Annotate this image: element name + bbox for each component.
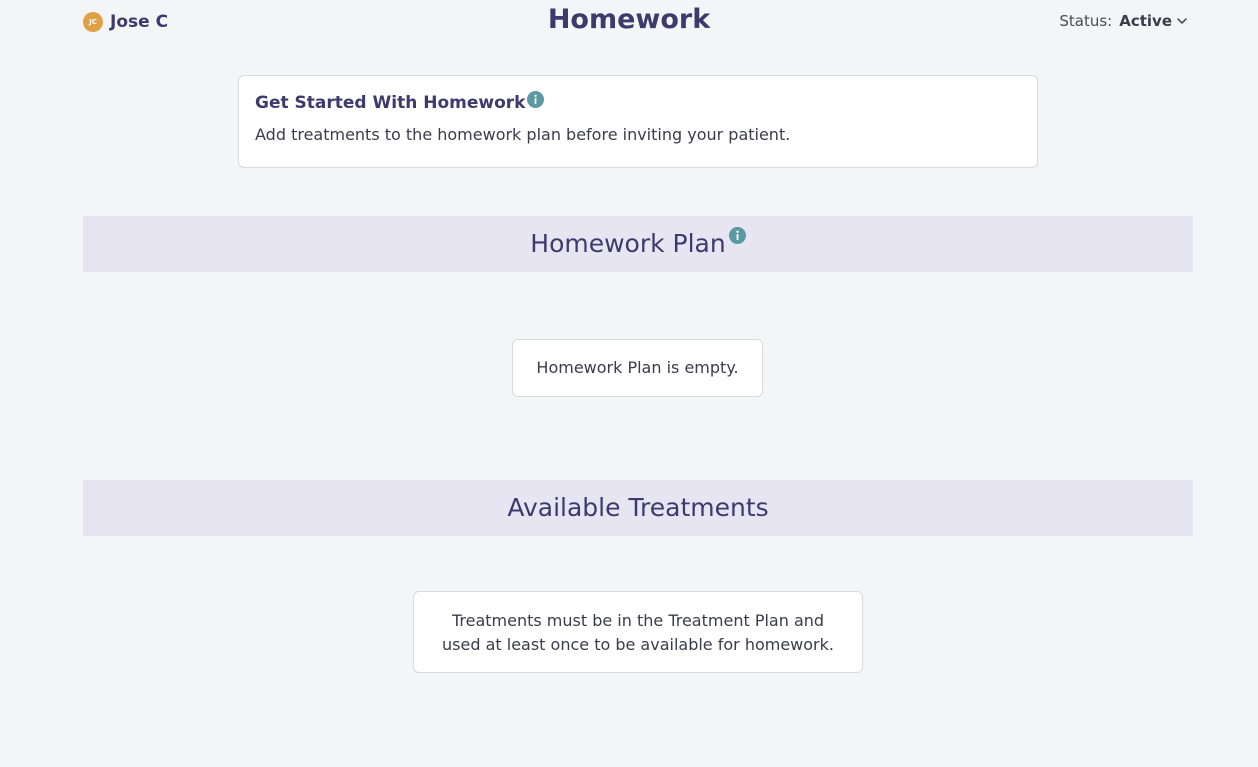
info-icon[interactable]: [728, 227, 746, 244]
get-started-title: Get Started With Homework: [255, 93, 526, 113]
status-label: Status:: [1059, 12, 1113, 30]
available-treatments-title: Available Treatments: [507, 493, 769, 522]
get-started-card: Get Started With Homework Add treatments…: [238, 75, 1038, 168]
chevron-down-icon: [1177, 18, 1187, 24]
top-bar: JC Jose C Homework Status: Active: [0, 0, 1258, 44]
status-dropdown[interactable]: Status: Active: [1059, 12, 1188, 30]
status-value: Active: [1119, 12, 1172, 30]
info-icon[interactable]: [527, 91, 545, 108]
get-started-heading: Get Started With Homework: [255, 91, 1021, 113]
homework-plan-title: Homework Plan: [530, 229, 726, 258]
homework-plan-header: Homework Plan: [83, 216, 1193, 272]
available-treatments-header: Available Treatments: [83, 480, 1193, 536]
get-started-description: Add treatments to the homework plan befo…: [255, 125, 791, 144]
homework-plan-empty-message: Homework Plan is empty.: [512, 339, 763, 397]
available-treatments-empty-message: Treatments must be in the Treatment Plan…: [413, 591, 863, 673]
